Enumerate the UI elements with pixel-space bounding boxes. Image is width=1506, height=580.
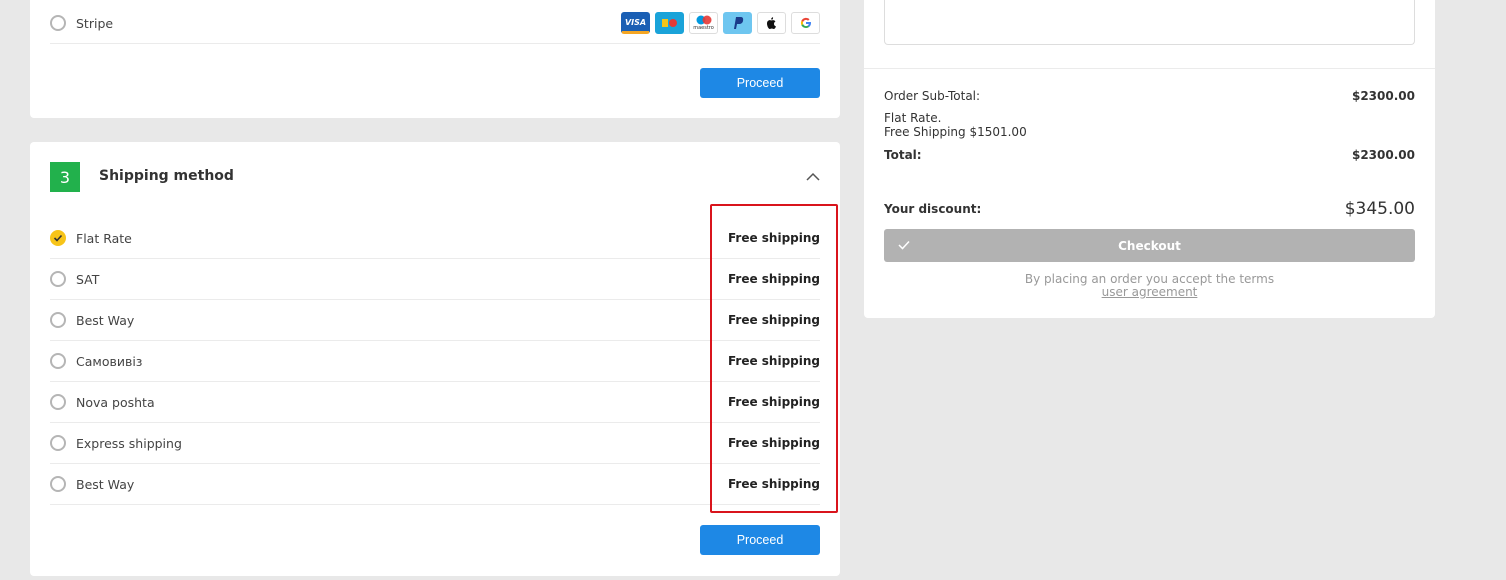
payment-option-stripe[interactable]: Stripe VISA maestro [50, 3, 820, 44]
chevron-up-icon[interactable] [806, 172, 820, 182]
terms-text: By placing an order you accept the terms [1024, 272, 1275, 286]
paypal-icon [723, 12, 752, 34]
shipping-proceed-button[interactable]: Proceed [700, 525, 820, 555]
step-number-badge: 3 [50, 162, 80, 192]
radio-button[interactable] [50, 476, 66, 492]
visa-icon: VISA [621, 12, 650, 34]
shipping-option-label: Best Way [76, 312, 135, 328]
shipping-option[interactable]: Nova poshta Free shipping [50, 382, 820, 423]
subtotal-label: Order Sub-Total: [884, 89, 981, 103]
shipping-option-label: Flat Rate [76, 230, 132, 246]
shipping-option-label: Самовивіз [76, 353, 143, 369]
shipping-option[interactable]: SAT Free shipping [50, 259, 820, 300]
total-value: $2300.00 [1351, 148, 1415, 162]
discount-line: Your discount: $345.00 [884, 199, 1415, 219]
apple-pay-icon [757, 12, 786, 34]
shipping-option[interactable]: Best Way Free shipping [50, 300, 820, 341]
payment-proceed-button[interactable]: Proceed [700, 68, 820, 98]
comment-textarea[interactable] [884, 0, 1415, 45]
shipping-option-label: SAT [76, 271, 100, 287]
radio-button[interactable] [50, 394, 66, 410]
radio-button[interactable] [50, 312, 66, 328]
shipping-option-label: Best Way [76, 476, 135, 492]
highlight-box [710, 204, 838, 513]
maestro-text: maestro [693, 25, 714, 31]
shipping-summary: Flat Rate. Free Shipping $1501.00 [884, 111, 1415, 139]
total-label: Total: [884, 148, 922, 162]
radio-button[interactable] [50, 435, 66, 451]
shipping-option-label: Nova poshta [76, 394, 155, 410]
shipping-summary-line1: Flat Rate. [884, 111, 942, 125]
total-line: Total: $2300.00 [884, 148, 1415, 162]
terms-link-wrap: user agreement [884, 285, 1415, 299]
shipping-option[interactable]: Самовивіз Free shipping [50, 341, 820, 382]
google-pay-icon [791, 12, 820, 34]
payment-icons: VISA maestro [621, 12, 820, 34]
shipping-option-label: Express shipping [76, 435, 182, 451]
mastercard-icon [655, 12, 684, 34]
payment-method-card: Stripe VISA maestro Proceed [30, 0, 840, 118]
section-title: Shipping method [99, 168, 234, 184]
subtotal-line: Order Sub-Total: $2300.00 [884, 89, 1415, 103]
divider [864, 68, 1435, 69]
radio-button[interactable] [50, 15, 66, 31]
shipping-summary-line2: Free Shipping $1501.00 [884, 125, 1027, 139]
order-summary-card: Order Sub-Total: $2300.00 Flat Rate. Fre… [864, 0, 1435, 318]
payment-option-label: Stripe [76, 15, 114, 31]
checkout-label: Checkout [1118, 238, 1181, 253]
subtotal-value: $2300.00 [1351, 89, 1415, 103]
shipping-option[interactable]: Best Way Free shipping [50, 464, 820, 505]
shipping-option[interactable]: Flat Rate Free shipping [50, 218, 820, 259]
radio-checked[interactable] [50, 230, 66, 246]
maestro-icon: maestro [689, 12, 718, 34]
checkout-button[interactable]: Checkout [884, 229, 1415, 262]
user-agreement-link[interactable]: user agreement [1102, 285, 1198, 299]
discount-value: $345.00 [1344, 199, 1415, 219]
discount-label: Your discount: [884, 202, 982, 216]
radio-button[interactable] [50, 271, 66, 287]
radio-button[interactable] [50, 353, 66, 369]
check-icon [898, 240, 910, 250]
shipping-option[interactable]: Express shipping Free shipping [50, 423, 820, 464]
visa-text: VISA [624, 17, 647, 27]
